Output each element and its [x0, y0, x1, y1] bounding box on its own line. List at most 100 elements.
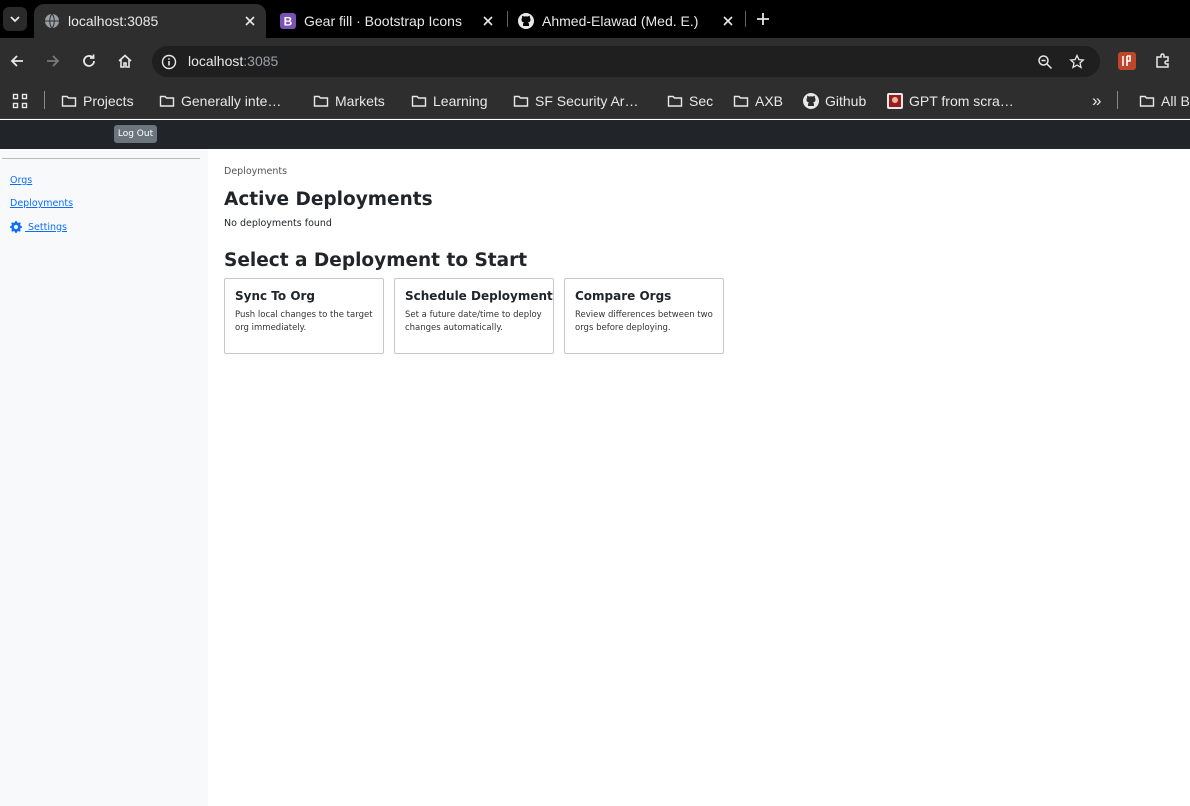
card-title: Sync To Org	[235, 289, 316, 303]
url-text: localhost:3085	[188, 53, 278, 69]
forward-button[interactable]	[42, 50, 64, 72]
card-description-line: changes automatically.	[405, 323, 503, 333]
sidebar-item-deployments[interactable]: Deployments	[10, 198, 73, 209]
sidebar-divider	[2, 158, 200, 159]
tab-separator	[745, 11, 746, 27]
github-icon	[518, 13, 534, 29]
reload-icon	[83, 54, 95, 67]
bookmark-folder-sf-security[interactable]: SF Security Ar…	[513, 91, 638, 111]
bookmarks-separator	[44, 91, 45, 109]
bookmark-gpt-from-scratch[interactable]: GPT from scra…	[887, 91, 1014, 111]
arrow-right-icon	[47, 55, 60, 67]
sidebar: Orgs Deployments Settings	[0, 149, 208, 806]
card-schedule-deployment[interactable]: Schedule Deployment Set a future date/ti…	[394, 278, 554, 354]
bookmarks-bar: Projects Generally inte… Markets Learnin…	[0, 84, 1190, 119]
tab-localhost[interactable]: localhost:3085	[34, 4, 266, 38]
site-icon	[887, 93, 903, 109]
card-description-line: org immediately.	[235, 323, 307, 333]
site-info-icon[interactable]	[160, 53, 177, 70]
tab-bootstrap-icons[interactable]: B Gear fill · Bootstrap Icons	[270, 4, 504, 38]
github-icon	[803, 93, 819, 109]
empty-state-message: No deployments found	[224, 218, 332, 229]
tab-search-button[interactable]	[3, 7, 27, 31]
card-description: Push local changes to the target org imm…	[235, 309, 373, 335]
bookmark-label: Learning	[433, 93, 488, 109]
url-port: :3085	[243, 53, 279, 69]
bookmarks-overflow-button[interactable]: »	[1092, 91, 1101, 111]
plus-icon	[757, 13, 769, 25]
back-button[interactable]	[6, 50, 28, 72]
url-host: localhost	[188, 53, 244, 69]
card-description-line: Review differences between two	[575, 310, 713, 320]
sidebar-item-orgs[interactable]: Orgs	[10, 175, 32, 186]
folder-icon	[313, 93, 329, 109]
folder-icon	[1139, 93, 1155, 109]
tab-github-profile[interactable]: Ahmed-Elawad (Med. E.)	[508, 4, 744, 38]
home-button[interactable]	[114, 50, 136, 72]
card-sync-to-org[interactable]: Sync To Org Push local changes to the ta…	[224, 278, 384, 354]
home-icon	[118, 54, 132, 68]
bookmark-folder-sec[interactable]: Sec	[667, 91, 713, 111]
tab-title: localhost:3085	[68, 13, 159, 29]
folder-icon	[411, 93, 427, 109]
card-title: Compare Orgs	[575, 289, 672, 303]
bookmark-label: AXB	[755, 93, 784, 109]
apps-button[interactable]	[12, 91, 34, 111]
bookmark-label: Markets	[335, 93, 385, 109]
new-tab-button[interactable]	[752, 8, 774, 30]
folder-icon	[159, 93, 175, 109]
tab-title: Gear fill · Bootstrap Icons	[304, 13, 462, 29]
card-description-line: Set a future date/time to deploy	[405, 310, 542, 320]
card-description-line: orgs before deploying.	[575, 323, 671, 333]
bookmark-label: SF Security Ar…	[535, 93, 639, 109]
bookmark-folder-learning[interactable]: Learning	[411, 91, 488, 111]
bookmark-label: Sec	[689, 93, 714, 109]
bookmark-folder-generally[interactable]: Generally inte…	[159, 91, 281, 111]
card-compare-orgs[interactable]: Compare Orgs Review differences between …	[564, 278, 724, 354]
bookmark-github[interactable]: Github	[803, 91, 866, 111]
extension-button[interactable]	[1118, 52, 1136, 70]
sidebar-item-settings[interactable]: Settings	[10, 221, 67, 233]
close-icon[interactable]	[480, 13, 496, 29]
folder-icon	[667, 93, 683, 109]
overflow-label: »	[1092, 91, 1102, 110]
logout-button[interactable]: Log Out	[114, 125, 157, 143]
breadcrumb: Deployments	[224, 166, 288, 177]
card-title: Schedule Deployment	[405, 289, 553, 303]
bookmark-label: GPT from scra…	[909, 93, 1014, 109]
all-bookmarks-button[interactable]: All B	[1139, 91, 1190, 111]
address-bar[interactable]: localhost:3085	[152, 46, 1100, 77]
arrow-left-icon	[10, 55, 23, 67]
svg-text:B: B	[284, 15, 293, 29]
gear-fill-icon	[10, 221, 22, 233]
bookmark-label: Generally inte…	[181, 93, 282, 109]
bookmark-folder-axb[interactable]: AXB	[733, 91, 783, 111]
extension-logo-icon	[1118, 52, 1136, 70]
close-icon[interactable]	[720, 13, 736, 29]
folder-icon	[61, 93, 77, 109]
card-description-line: Push local changes to the target	[235, 310, 373, 320]
reload-button[interactable]	[78, 50, 100, 72]
bookmarks-separator	[1117, 91, 1118, 109]
app-header: Log Out	[0, 120, 1190, 149]
browser-toolbar: localhost:3085	[0, 38, 1190, 84]
bookmark-star-icon[interactable]	[1067, 52, 1087, 72]
browser-tab-strip: localhost:3085 B Gear fill · Bootstrap I…	[0, 0, 1190, 38]
card-description: Set a future date/time to deploy changes…	[405, 309, 543, 335]
bookmark-folder-projects[interactable]: Projects	[61, 91, 134, 111]
puzzle-icon	[1156, 53, 1169, 68]
bookmark-label: All B	[1161, 93, 1190, 109]
page-title: Active Deployments	[224, 189, 433, 210]
zoom-icon[interactable]	[1036, 53, 1054, 71]
card-description: Review differences between two orgs befo…	[575, 309, 713, 335]
bookmark-label: Github	[825, 93, 867, 109]
section-title: Select a Deployment to Start	[224, 250, 528, 271]
tab-title: Ahmed-Elawad (Med. E.)	[542, 13, 699, 29]
folder-icon	[733, 93, 749, 109]
globe-icon	[44, 13, 60, 29]
extensions-menu-button[interactable]	[1154, 52, 1172, 70]
bookmark-label: Projects	[83, 93, 134, 109]
bootstrap-logo-icon: B	[280, 13, 296, 29]
close-icon[interactable]	[242, 13, 258, 29]
bookmark-folder-markets[interactable]: Markets	[313, 91, 385, 111]
